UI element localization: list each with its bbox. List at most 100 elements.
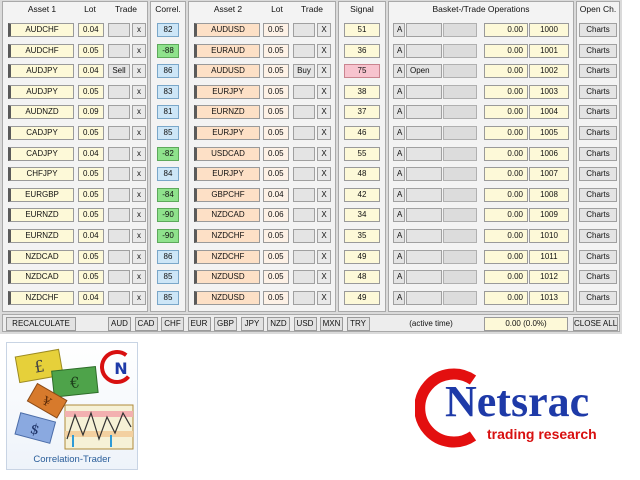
auto-trade-toggle[interactable]: A bbox=[393, 291, 405, 305]
asset2-close-button[interactable]: X bbox=[317, 44, 331, 58]
auto-trade-toggle[interactable]: A bbox=[393, 64, 405, 78]
asset1-lot[interactable]: 0.05 bbox=[78, 188, 104, 202]
asset2-trade-button[interactable] bbox=[293, 126, 315, 140]
asset1-close-button[interactable]: x bbox=[132, 208, 146, 222]
asset2-trade-button[interactable] bbox=[293, 85, 315, 99]
asset1-close-button[interactable]: x bbox=[132, 64, 146, 78]
basket-open-button[interactable] bbox=[406, 270, 442, 284]
asset2-lot[interactable]: 0.05 bbox=[263, 291, 289, 305]
asset1-lot[interactable]: 0.04 bbox=[78, 147, 104, 161]
asset2-trade-button[interactable] bbox=[293, 250, 315, 264]
basket-open-button[interactable] bbox=[406, 23, 442, 37]
asset2-trade-button[interactable] bbox=[293, 167, 315, 181]
open-charts-button[interactable]: Charts bbox=[579, 64, 617, 78]
asset1-close-button[interactable]: x bbox=[132, 44, 146, 58]
asset1-close-button[interactable]: x bbox=[132, 188, 146, 202]
open-charts-button[interactable]: Charts bbox=[579, 126, 617, 140]
asset1-lot[interactable]: 0.05 bbox=[78, 270, 104, 284]
basket-action-slot[interactable] bbox=[443, 291, 477, 305]
asset2-close-button[interactable]: X bbox=[317, 64, 331, 78]
asset1-trade-button[interactable] bbox=[108, 23, 130, 37]
asset1-close-button[interactable]: x bbox=[132, 167, 146, 181]
asset2-lot[interactable]: 0.05 bbox=[263, 64, 289, 78]
asset1-trade-button[interactable] bbox=[108, 85, 130, 99]
currency-button-mxn[interactable]: MXN bbox=[320, 317, 343, 331]
asset2-lot[interactable]: 0.05 bbox=[263, 44, 289, 58]
basket-action-slot[interactable] bbox=[443, 188, 477, 202]
asset2-trade-button[interactable] bbox=[293, 105, 315, 119]
open-charts-button[interactable]: Charts bbox=[579, 167, 617, 181]
basket-action-slot[interactable] bbox=[443, 167, 477, 181]
basket-action-slot[interactable] bbox=[443, 44, 477, 58]
asset1-trade-button[interactable] bbox=[108, 291, 130, 305]
asset2-close-button[interactable]: X bbox=[317, 167, 331, 181]
asset1-lot[interactable]: 0.04 bbox=[78, 291, 104, 305]
open-charts-button[interactable]: Charts bbox=[579, 44, 617, 58]
asset2-trade-button[interactable] bbox=[293, 44, 315, 58]
asset1-close-button[interactable]: x bbox=[132, 126, 146, 140]
asset2-close-button[interactable]: X bbox=[317, 291, 331, 305]
basket-open-button[interactable] bbox=[406, 167, 442, 181]
basket-action-slot[interactable] bbox=[443, 64, 477, 78]
asset1-trade-button[interactable] bbox=[108, 105, 130, 119]
asset1-lot[interactable]: 0.05 bbox=[78, 167, 104, 181]
currency-button-eur[interactable]: EUR bbox=[187, 317, 211, 331]
basket-open-button[interactable] bbox=[406, 85, 442, 99]
asset2-lot[interactable]: 0.05 bbox=[263, 270, 289, 284]
asset2-lot[interactable]: 0.05 bbox=[263, 229, 289, 243]
basket-open-button[interactable] bbox=[406, 250, 442, 264]
auto-trade-toggle[interactable]: A bbox=[393, 44, 405, 58]
auto-trade-toggle[interactable]: A bbox=[393, 105, 405, 119]
open-charts-button[interactable]: Charts bbox=[579, 229, 617, 243]
asset2-close-button[interactable]: X bbox=[317, 188, 331, 202]
currency-button-nzd[interactable]: NZD bbox=[267, 317, 290, 331]
auto-trade-toggle[interactable]: A bbox=[393, 229, 405, 243]
auto-trade-toggle[interactable]: A bbox=[393, 188, 405, 202]
auto-trade-toggle[interactable]: A bbox=[393, 126, 405, 140]
asset1-lot[interactable]: 0.05 bbox=[78, 85, 104, 99]
asset1-close-button[interactable]: x bbox=[132, 270, 146, 284]
asset1-lot[interactable]: 0.05 bbox=[78, 250, 104, 264]
asset2-trade-button[interactable] bbox=[293, 270, 315, 284]
currency-button-gbp[interactable]: GBP bbox=[214, 317, 237, 331]
open-charts-button[interactable]: Charts bbox=[579, 85, 617, 99]
asset2-trade-button[interactable] bbox=[293, 147, 315, 161]
asset2-lot[interactable]: 0.06 bbox=[263, 208, 289, 222]
asset1-lot[interactable]: 0.05 bbox=[78, 126, 104, 140]
basket-open-button[interactable] bbox=[406, 105, 442, 119]
currency-button-try[interactable]: TRY bbox=[346, 317, 370, 331]
asset1-lot[interactable]: 0.05 bbox=[78, 208, 104, 222]
currency-button-jpy[interactable]: JPY bbox=[240, 317, 264, 331]
asset2-trade-button[interactable]: Buy bbox=[293, 64, 315, 78]
close-all-button[interactable]: CLOSE ALL bbox=[573, 317, 618, 331]
basket-action-slot[interactable] bbox=[443, 85, 477, 99]
basket-open-button[interactable] bbox=[406, 126, 442, 140]
asset1-trade-button[interactable] bbox=[108, 270, 130, 284]
asset2-close-button[interactable]: X bbox=[317, 23, 331, 37]
currency-button-chf[interactable]: CHF bbox=[161, 317, 184, 331]
open-charts-button[interactable]: Charts bbox=[579, 188, 617, 202]
asset1-lot[interactable]: 0.04 bbox=[78, 229, 104, 243]
auto-trade-toggle[interactable]: A bbox=[393, 85, 405, 99]
open-charts-button[interactable]: Charts bbox=[579, 147, 617, 161]
asset1-lot[interactable]: 0.05 bbox=[78, 44, 104, 58]
basket-open-button[interactable]: Open bbox=[406, 64, 442, 78]
open-charts-button[interactable]: Charts bbox=[579, 105, 617, 119]
asset2-trade-button[interactable] bbox=[293, 208, 315, 222]
basket-open-button[interactable] bbox=[406, 229, 442, 243]
asset1-trade-button[interactable] bbox=[108, 126, 130, 140]
basket-open-button[interactable] bbox=[406, 147, 442, 161]
asset1-close-button[interactable]: x bbox=[132, 250, 146, 264]
asset1-lot[interactable]: 0.09 bbox=[78, 105, 104, 119]
basket-action-slot[interactable] bbox=[443, 126, 477, 140]
asset1-trade-button[interactable] bbox=[108, 250, 130, 264]
asset2-trade-button[interactable] bbox=[293, 188, 315, 202]
asset2-close-button[interactable]: X bbox=[317, 147, 331, 161]
auto-trade-toggle[interactable]: A bbox=[393, 250, 405, 264]
asset2-lot[interactable]: 0.05 bbox=[263, 126, 289, 140]
asset1-close-button[interactable]: x bbox=[132, 85, 146, 99]
asset1-trade-button[interactable] bbox=[108, 44, 130, 58]
basket-action-slot[interactable] bbox=[443, 270, 477, 284]
asset1-trade-button[interactable] bbox=[108, 229, 130, 243]
open-charts-button[interactable]: Charts bbox=[579, 250, 617, 264]
